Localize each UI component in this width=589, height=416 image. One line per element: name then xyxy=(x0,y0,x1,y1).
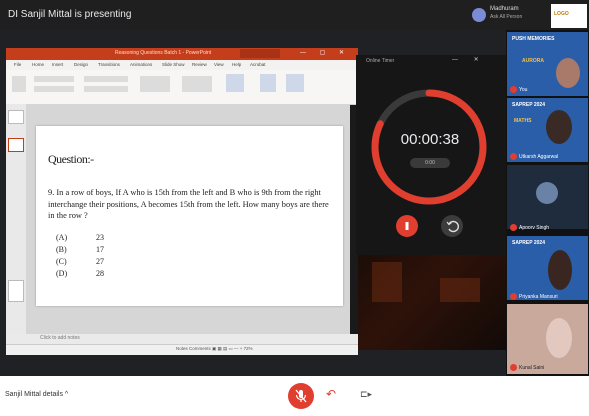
alignment-group[interactable] xyxy=(84,86,128,92)
tab-insert[interactable]: Insert xyxy=(52,62,63,67)
undo-icon[interactable]: ↶ xyxy=(326,387,336,401)
tab-design[interactable]: Design xyxy=(74,62,88,67)
powerpoint-account[interactable] xyxy=(240,49,280,58)
participant-name: You xyxy=(519,87,528,93)
option-value: 17 xyxy=(96,245,104,254)
timer-value: 00:00:38 xyxy=(400,131,460,148)
mic-toggle-button[interactable] xyxy=(288,383,314,409)
font-format-group[interactable] xyxy=(34,86,74,92)
pause-icon xyxy=(405,222,409,230)
timer-reset-button[interactable] xyxy=(441,215,463,237)
background-glow xyxy=(372,262,402,302)
mic-off-icon xyxy=(510,364,517,371)
tab-help[interactable]: Help xyxy=(232,62,241,67)
present-icon[interactable]: ⊏▸ xyxy=(360,389,372,400)
share-slides-button[interactable] xyxy=(226,74,244,92)
meeting-title: DI Sanjil Mittal is presenting xyxy=(8,9,132,20)
tab-animations[interactable]: Animations xyxy=(130,62,152,67)
participant-video xyxy=(546,318,572,358)
background-glow xyxy=(440,278,480,302)
notes-placeholder: Click to add notes xyxy=(40,335,80,341)
participant-video xyxy=(556,58,580,88)
powerpoint-filename: Reasoning Questions Batch 1 - PowerPoint xyxy=(115,50,212,56)
participant-avatar xyxy=(536,182,558,204)
participant-name: Utkarsh Aggarwal xyxy=(519,154,559,160)
participant-video xyxy=(546,110,572,144)
tab-slide-show[interactable]: Slide Show xyxy=(162,62,185,67)
tab-acrobat[interactable]: Acrobat xyxy=(250,62,266,67)
timer-pause-button[interactable] xyxy=(396,215,418,237)
user-name: Madhuram xyxy=(490,6,519,12)
timer-window-controls[interactable]: — ✕ xyxy=(452,56,486,63)
slide-thumbnail[interactable] xyxy=(8,138,24,152)
tile-banner: AURORA xyxy=(522,58,544,64)
mic-off-icon xyxy=(510,153,517,160)
participant-video xyxy=(548,250,572,290)
drawing-group[interactable] xyxy=(140,76,170,92)
mic-off-icon xyxy=(510,86,517,93)
timer-subvalue: 0:00 xyxy=(410,158,450,168)
tile-banner: SAPREP 2024 xyxy=(512,102,545,108)
option-value: 28 xyxy=(96,269,104,278)
arrange-group[interactable] xyxy=(182,76,212,92)
window-controls[interactable]: — ▢ ✕ xyxy=(300,49,350,56)
question-text: 9. In a row of boys, If A who is 15th fr… xyxy=(48,188,329,220)
slide-thumbnail[interactable] xyxy=(8,110,24,124)
slide-thumbnail[interactable] xyxy=(8,280,24,302)
question-heading: Question:- xyxy=(48,152,94,166)
paragraph-group[interactable] xyxy=(84,76,128,82)
mic-off-icon xyxy=(295,389,307,403)
participant-name: Kunal Saini xyxy=(519,365,545,371)
dictate-button[interactable] xyxy=(260,74,276,92)
tab-home[interactable]: Home xyxy=(32,62,44,67)
tab-view[interactable]: View xyxy=(214,62,224,67)
tab-file[interactable]: File xyxy=(14,62,21,67)
tab-transitions[interactable]: Transitions xyxy=(98,62,120,67)
option-value: 23 xyxy=(96,233,104,242)
tile-banner: MATHS xyxy=(514,118,532,124)
designer-button[interactable] xyxy=(286,74,304,92)
option-key: (C) xyxy=(56,257,67,266)
participant-name: Priyanka Mansuri xyxy=(519,294,558,300)
meeting-details[interactable]: Sanjil Mittal details ^ xyxy=(5,391,68,398)
font-select[interactable] xyxy=(34,76,74,82)
reset-icon xyxy=(446,220,459,233)
tile-banner: PUSH MEMORIES xyxy=(512,36,555,42)
timer-title: Online Timer xyxy=(366,58,395,64)
paste-button[interactable] xyxy=(12,76,26,92)
option-value: 27 xyxy=(96,257,104,266)
option-key: (B) xyxy=(56,245,67,254)
participant-name: Apoorv Singh xyxy=(519,225,550,231)
user-status: Ask All Person xyxy=(490,14,523,20)
tab-review[interactable]: Review xyxy=(192,62,207,67)
mic-off-icon xyxy=(510,224,517,231)
zoom-controls[interactable]: Notes Comments ▣ ▦ ▤ ▭ — + 72% xyxy=(176,346,253,352)
tile-banner: SAPREP 2024 xyxy=(512,240,545,246)
avatar[interactable] xyxy=(472,8,486,22)
option-key: (A) xyxy=(56,233,68,242)
mic-off-icon xyxy=(510,293,517,300)
logo-text: LOGO xyxy=(554,11,569,17)
option-key: (D) xyxy=(56,269,68,278)
